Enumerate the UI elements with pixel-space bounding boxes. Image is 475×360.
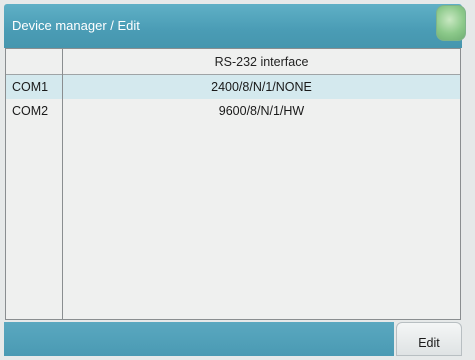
column-divider (62, 49, 63, 319)
title-bar: Device manager / Edit (4, 4, 462, 48)
column-header-rs232: RS-232 interface (214, 55, 309, 69)
table-header: RS-232 interface (6, 49, 460, 75)
page-title: Device manager / Edit (12, 18, 140, 33)
table-row-com1[interactable]: COM1 2400/8/N/1/NONE (6, 75, 460, 99)
bottom-bar (4, 322, 394, 356)
port-name: COM1 (12, 80, 49, 94)
table-row-com2[interactable]: COM2 9600/8/N/1/HW (6, 99, 460, 123)
device-manager-screen: Device manager / Edit RS-232 interface C… (0, 0, 475, 360)
corner-action-button[interactable] (436, 5, 466, 41)
port-settings: 9600/8/N/1/HW (218, 104, 305, 118)
edit-button-label: Edit (418, 336, 440, 350)
interface-table: RS-232 interface COM1 2400/8/N/1/NONE CO… (5, 48, 461, 320)
port-name: COM2 (12, 104, 49, 118)
port-settings: 2400/8/N/1/NONE (211, 80, 312, 94)
edit-button[interactable]: Edit (396, 322, 462, 356)
